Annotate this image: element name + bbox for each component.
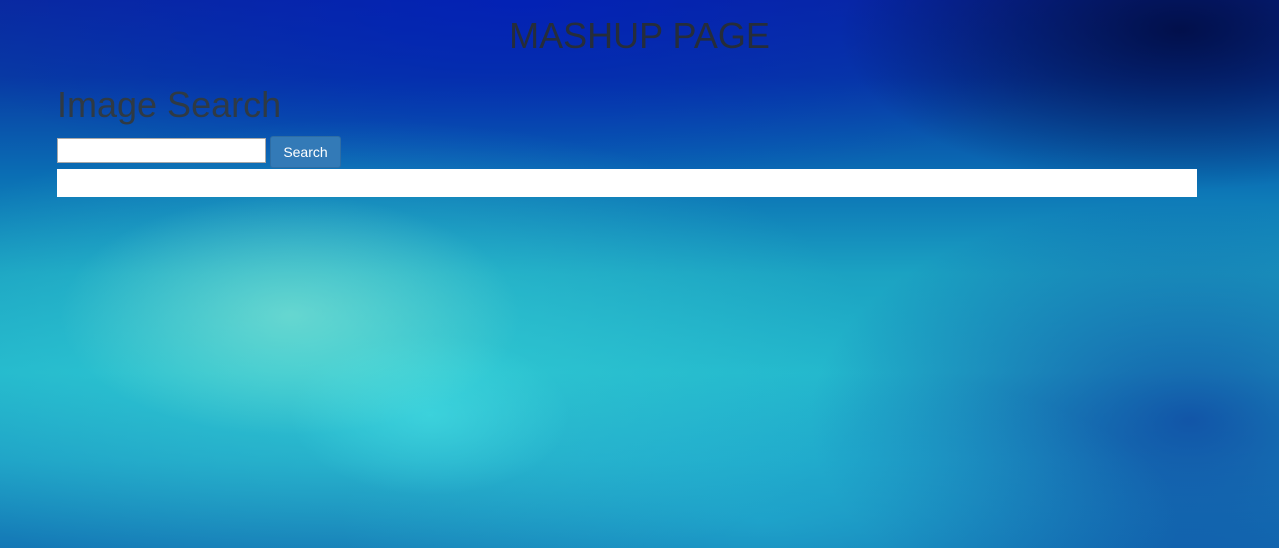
image-search-heading: Image Search xyxy=(57,84,282,125)
search-input[interactable] xyxy=(57,138,266,163)
search-results-panel xyxy=(57,169,1197,197)
search-button[interactable]: Search xyxy=(270,136,341,168)
page-title: MASHUP PAGE xyxy=(509,15,770,56)
